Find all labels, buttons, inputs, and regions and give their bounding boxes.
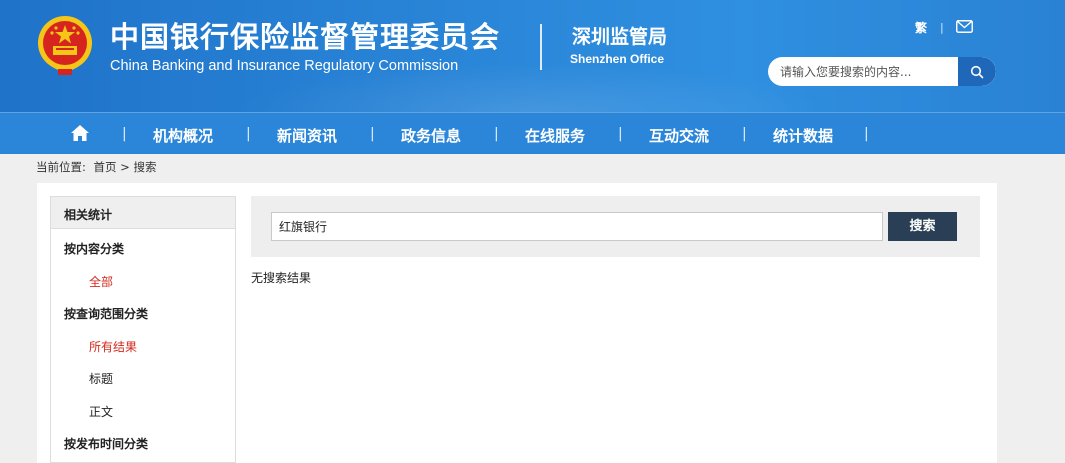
sidebar-header-label: 相关统计 — [64, 208, 113, 222]
site-header: 中国银行保险监督管理委员会 China Banking and Insuranc… — [0, 0, 1065, 112]
traditional-chinese-link[interactable]: 繁 — [915, 19, 927, 36]
sidebar-header: 相关统计 — [51, 197, 235, 229]
nav-item-org-overview[interactable]: 机构概况 — [153, 125, 213, 146]
top-links-separator: | — [940, 21, 944, 34]
nav-separator: | — [370, 126, 375, 142]
breadcrumb: 当前位置: 首页 > 搜索 — [36, 159, 160, 175]
result-search-button[interactable]: 搜索 — [888, 212, 957, 241]
nav-separator: | — [246, 126, 251, 142]
result-search-area: 搜索 — [251, 196, 980, 257]
site-search-box — [768, 57, 996, 86]
sidebar-group-publish-time: 按发布时间分类 — [64, 437, 149, 451]
nav-item-interaction[interactable]: 互动交流 — [649, 125, 709, 146]
office-title-cn: 深圳监管局 — [572, 26, 668, 48]
breadcrumb-label: 当前位置: — [36, 160, 86, 174]
nav-item-gov-info[interactable]: 政务信息 — [401, 125, 461, 146]
sidebar-item-title[interactable]: 标题 — [89, 370, 113, 387]
nav-separator: | — [494, 126, 499, 142]
nav-separator: | — [618, 126, 623, 142]
mail-icon[interactable] — [956, 20, 973, 33]
nav-separator: | — [864, 126, 869, 142]
header-divider — [540, 24, 542, 70]
sidebar-item-body[interactable]: 正文 — [89, 403, 113, 420]
nav-item-statistics[interactable]: 统计数据 — [773, 125, 833, 146]
sidebar-group-scope: 按查询范围分类 — [64, 307, 149, 321]
site-title-en: China Banking and Insurance Regulatory C… — [110, 58, 459, 74]
office-title-en: Shenzhen Office — [570, 52, 665, 66]
nav-item-news[interactable]: 新闻资讯 — [277, 125, 337, 146]
sidebar: 相关统计 按内容分类 全部 按查询范围分类 所有结果 标题 正文 按发布时间分类 — [50, 196, 236, 463]
nav-separator: | — [122, 126, 127, 142]
home-icon[interactable] — [70, 124, 90, 142]
site-search-button[interactable] — [958, 57, 996, 86]
empty-results-message: 无搜索结果 — [251, 271, 312, 285]
nav-separator: | — [742, 126, 747, 142]
sidebar-item-all[interactable]: 全部 — [89, 273, 113, 290]
nav-item-online-service[interactable]: 在线服务 — [525, 125, 585, 146]
search-icon — [970, 65, 984, 78]
breadcrumb-path[interactable]: 首页 > 搜索 — [94, 160, 157, 174]
site-title-cn: 中国银行保险监督管理委员会 — [110, 20, 501, 54]
sidebar-group-content: 按内容分类 — [64, 242, 125, 256]
national-emblem-icon — [38, 16, 92, 75]
main-nav: | 机构概况 | 新闻资讯 | 政务信息 | 在线服务 | 互动交流 | 统计数… — [0, 112, 1065, 154]
result-search-input[interactable] — [271, 212, 883, 241]
sidebar-item-all-results[interactable]: 所有结果 — [89, 338, 137, 355]
site-search-input[interactable] — [768, 57, 958, 86]
